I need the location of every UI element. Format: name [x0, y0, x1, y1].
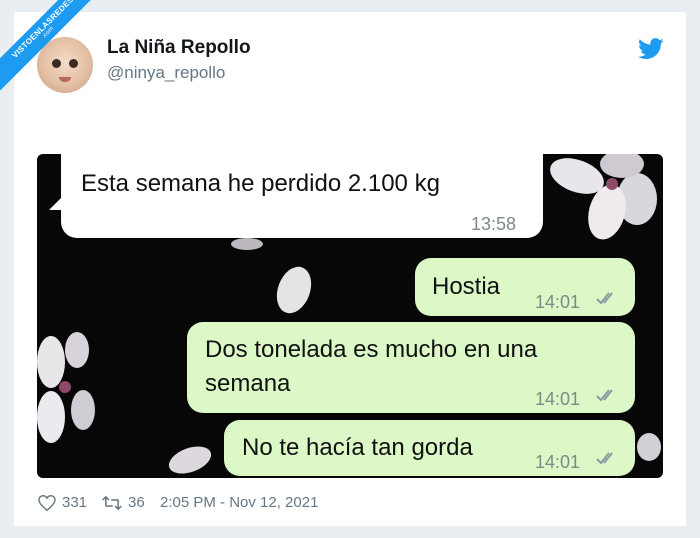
petal-decoration-center	[276, 266, 312, 314]
message-text-line-1: Dos tonelada es mucho en una	[205, 336, 538, 363]
message-text-line-2: semana	[205, 370, 291, 397]
tweet-timestamp[interactable]: 2:05 PM - Nov 12, 2021	[160, 494, 318, 511]
message-outgoing[interactable]: Hostia 14:01	[415, 258, 635, 316]
message-time: 14:01	[535, 292, 581, 312]
message-incoming[interactable]: Esta semana he perdido 2.100 kg 13:58	[61, 154, 543, 238]
avatar-mouth	[59, 77, 71, 82]
timestamp-text: 2:05 PM - Nov 12, 2021	[160, 494, 319, 511]
twitter-bird-icon[interactable]	[638, 38, 664, 60]
like-button[interactable]: 331	[38, 494, 87, 511]
message-text: No te hacía tan gorda	[242, 434, 473, 461]
avatar[interactable]	[37, 37, 93, 93]
message-text: Hostia	[432, 273, 501, 300]
author-name[interactable]: La Niña Repollo	[107, 37, 251, 59]
flower-decoration-left	[37, 332, 95, 443]
double-check-icon	[596, 389, 613, 402]
bubble-tail-incoming	[49, 194, 65, 210]
petal-decoration-bottom	[168, 446, 212, 474]
avatar-eye-right	[69, 59, 78, 68]
double-check-icon	[596, 292, 613, 305]
message-text: Esta semana he perdido 2.100 kg	[81, 170, 440, 197]
message-outgoing[interactable]: No te hacía tan gorda 14:01	[224, 420, 635, 476]
heart-icon	[38, 494, 56, 511]
like-count: 331	[62, 494, 88, 511]
chat-screenshot: Esta semana he perdido 2.100 kg 13:58 Ho…	[37, 154, 663, 478]
flower-decoration-top-right	[550, 154, 657, 240]
retweet-button[interactable]: 36	[102, 494, 145, 511]
message-outgoing[interactable]: Dos tonelada es mucho en una semana 14:0…	[187, 322, 635, 413]
retweet-count: 36	[128, 494, 145, 511]
message-time: 14:01	[535, 389, 581, 409]
double-check-icon	[596, 452, 613, 465]
author-handle[interactable]: @ninya_repollo	[107, 63, 225, 83]
message-time: 14:01	[535, 452, 581, 472]
retweet-icon	[102, 495, 122, 510]
petal-decoration-bottom-right	[637, 433, 661, 461]
avatar-eye-left	[52, 59, 61, 68]
message-time: 13:58	[471, 214, 517, 234]
